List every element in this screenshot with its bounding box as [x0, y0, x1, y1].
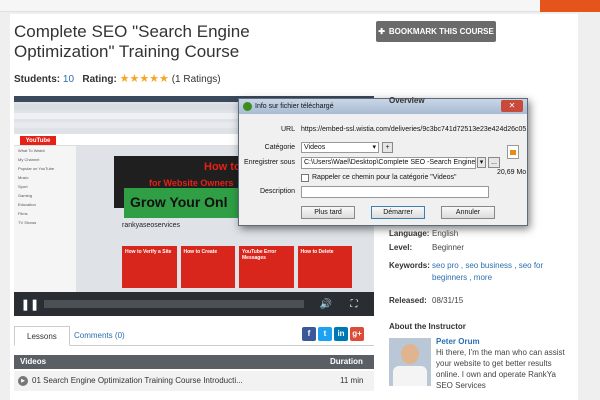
save-path-dropdown[interactable]: ▾ — [477, 157, 486, 168]
tab-comments[interactable]: Comments (0) — [62, 326, 137, 346]
category-select[interactable]: Videos ▾ — [301, 142, 379, 153]
bookmark-plus-icon: ✚ — [378, 27, 385, 36]
youtube-sidebar-item: My Channel — [18, 157, 40, 162]
top-bar-accent — [540, 0, 600, 12]
students-value[interactable]: 10 — [63, 74, 74, 85]
keyword-links[interactable]: seo pro , seo business , seo for beginne… — [432, 261, 543, 282]
youtube-sidebar-item: Popular on YouTube — [18, 166, 55, 171]
add-category-button[interactable]: + — [382, 142, 393, 153]
channel-name: rankyaseoservices — [122, 222, 180, 229]
video-thumbnail: How to Verify a Site — [122, 246, 177, 288]
youtube-sidebar-item: Gaming — [18, 193, 33, 198]
info-row-keywords: Keywords: seo pro , seo business , seo fo… — [389, 261, 544, 282]
about-instructor-heading: About the Instructor — [389, 322, 466, 331]
lesson-title: 01 Search Engine Optimization Training C… — [32, 376, 243, 385]
youtube-sidebar-item: Education — [18, 202, 36, 207]
rating-stars-icon: ★★★★★ — [119, 73, 169, 85]
category-label: Catégorie — [264, 144, 295, 151]
start-download-button[interactable]: Démarrer — [371, 206, 425, 219]
youtube-sidebar-item: Music — [18, 175, 29, 180]
twitter-share-icon[interactable]: t — [318, 327, 332, 341]
info-row-level: Level: Beginner — [389, 243, 465, 252]
instructor-bio: Hi there, I'm the man who can assist you… — [436, 348, 565, 390]
banner-line1: How to — [204, 161, 241, 173]
bookmark-label: BOOKMARK THIS COURSE — [388, 27, 494, 36]
youtube-sidebar-item: Films — [18, 211, 28, 216]
dialog-close-icon[interactable]: ✕ — [501, 100, 523, 112]
chevron-down-icon: ▾ — [372, 144, 376, 151]
url-label: URL — [280, 126, 295, 133]
category-value: Videos — [304, 144, 326, 151]
facebook-share-icon[interactable]: f — [302, 327, 316, 341]
info-row-language: Language: English — [389, 229, 459, 238]
fullscreen-icon[interactable]: ⛶ — [344, 295, 364, 313]
file-type-icon — [507, 145, 519, 159]
file-size: 20,69 Mo — [497, 169, 527, 176]
lessons-list-header: Videos Duration — [14, 355, 374, 369]
cancel-button[interactable]: Annuler — [441, 206, 495, 219]
youtube-sidebar-item: What To Watch — [18, 148, 45, 153]
rating-count: (1 Ratings) — [171, 74, 221, 85]
youtube-sidebar: What To Watch My Channel Popular on YouTub… — [14, 146, 76, 292]
play-icon: ▶ — [18, 376, 28, 386]
col-duration: Duration — [330, 357, 363, 366]
remember-path-checkbox[interactable] — [301, 174, 309, 182]
youtube-sidebar-item: Sport — [18, 184, 28, 189]
bookmark-course-button[interactable]: ✚ BOOKMARK THIS COURSE — [376, 21, 496, 42]
rating-label: Rating: — [82, 74, 117, 85]
url-value: https://embed-ssl.wistia.com/deliveries/… — [301, 126, 527, 133]
course-meta: Students: 10 Rating: ★★★★★ (1 Ratings) — [14, 72, 221, 85]
video-thumbnail: How to Create — [180, 246, 235, 288]
browse-button[interactable]: ... — [488, 157, 500, 168]
page-title: Complete SEO "Search Engine Optimization… — [14, 22, 250, 61]
lesson-duration: 11 min — [340, 376, 364, 385]
video-progress-bar[interactable] — [44, 300, 304, 308]
video-thumbnail: How to Delete — [297, 246, 352, 288]
dialog-title: Info sur fichier téléchargé — [239, 99, 527, 114]
info-row-released: Released: 08/31/15 — [389, 296, 464, 305]
save-as-label: Enregistrer sous — [244, 159, 295, 166]
description-field[interactable] — [301, 186, 489, 198]
instructor-name[interactable]: Peter Orum — [436, 337, 480, 346]
later-button[interactable]: Plus tard — [301, 206, 355, 219]
remember-path-label: Rappeler ce chemin pour la catégorie "Vi… — [312, 174, 457, 181]
save-path-field[interactable]: C:\Users\Wael\Desktop\Complete SEO -Sear… — [301, 157, 476, 169]
description-label: Description — [259, 188, 295, 195]
youtube-logo: YouTube — [20, 136, 56, 145]
students-label: Students: — [14, 74, 61, 85]
pause-icon[interactable]: ❚❚ — [20, 295, 40, 313]
video-thumbnails: How to Verify a Site How to Create YouTube… — [122, 246, 352, 288]
download-info-dialog: Info sur fichier téléchargé ✕ URL https:… — [238, 98, 528, 226]
volume-icon[interactable]: 🔊 — [316, 295, 336, 313]
youtube-sidebar-item: TV Shows — [18, 220, 37, 225]
video-thumbnail: YouTube Error Messages — [239, 246, 294, 288]
linkedin-share-icon[interactable]: in — [334, 327, 348, 341]
googleplus-share-icon[interactable]: g+ — [350, 327, 364, 341]
col-videos: Videos — [20, 357, 47, 366]
instructor-avatar[interactable] — [389, 338, 431, 386]
overview-heading: Overview — [389, 96, 425, 105]
banner-line2: for Website Owners — [149, 178, 234, 188]
list-item[interactable]: ▶ 01 Search Engine Optimization Training… — [14, 371, 374, 391]
top-bar — [0, 0, 600, 12]
download-app-icon — [243, 102, 252, 111]
